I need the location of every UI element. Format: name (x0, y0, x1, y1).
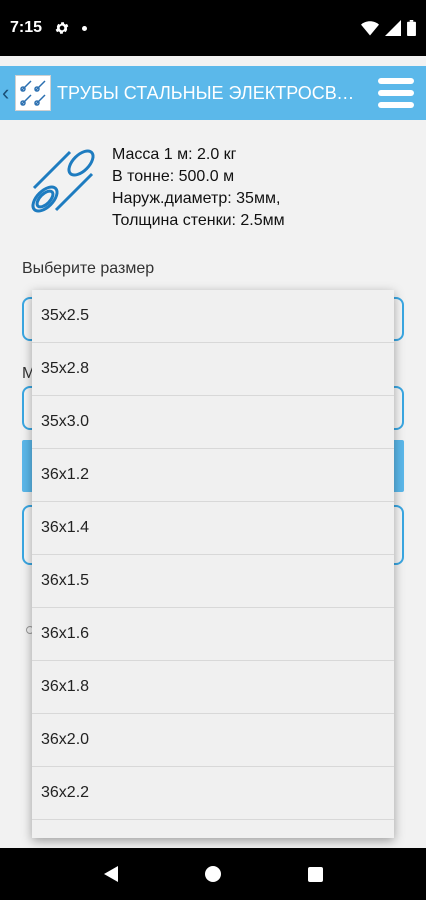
meters-per-ton: В тонне: 500.0 м (112, 168, 235, 185)
navigation-bar (0, 848, 426, 900)
dropdown-option[interactable]: 36x1.2 (32, 449, 394, 502)
app-logo-icon (15, 75, 51, 111)
status-time: 7:15 (10, 19, 43, 36)
dropdown-option[interactable]: 36x2.2 (32, 767, 394, 820)
pipe-icon (31, 149, 95, 213)
back-triangle-icon[interactable] (103, 866, 118, 882)
gear-icon (55, 22, 69, 34)
battery-icon (407, 20, 416, 36)
outer-diameter: Наруж.диаметр: 35мм, (112, 190, 281, 207)
dropdown-option[interactable]: 36x1.5 (32, 555, 394, 608)
select-size-label: Выберите размер (22, 260, 155, 277)
cell-signal-icon (385, 20, 401, 36)
notification-dot-icon (82, 25, 88, 31)
recents-square-icon[interactable] (307, 866, 323, 882)
dropdown-option[interactable]: 35x2.8 (32, 343, 394, 396)
dropdown-option[interactable]: 35x2.5 (32, 290, 394, 343)
dropdown-option[interactable]: 36x1.6 (32, 608, 394, 661)
dropdown-option[interactable]: 35x3.0 (32, 396, 394, 449)
chevron-left-icon[interactable]: ‹ (2, 82, 14, 104)
dropdown-option[interactable]: 36x1.4 (32, 502, 394, 555)
dropdown-option[interactable] (32, 820, 394, 838)
app-title: ТРУБЫ СТАЛЬНЫЕ ЭЛЕКТРОСВАР... (57, 82, 357, 103)
size-dropdown[interactable]: 35x2.5 35x2.8 35x3.0 36x1.2 36x1.4 36x1.… (32, 290, 394, 838)
app-bar: ‹ ТРУБЫ СТАЛЬНЫЕ ЭЛЕКТРОСВАР... (0, 66, 426, 120)
mass-per-meter: Масса 1 м: 2.0 кг (112, 146, 237, 163)
dropdown-option[interactable]: 36x1.8 (32, 661, 394, 714)
status-bar: 7:15 (0, 0, 426, 56)
wall-thickness: Толщина стенки: 2.5мм (112, 212, 285, 229)
wifi-icon (361, 21, 379, 36)
pipe-info: Масса 1 м: 2.0 кг В тонне: 500.0 м Наруж… (112, 144, 285, 232)
hamburger-menu-icon[interactable] (378, 75, 414, 111)
home-circle-icon[interactable] (204, 866, 221, 882)
status-icons (361, 20, 416, 36)
dropdown-option[interactable]: 36x2.0 (32, 714, 394, 767)
